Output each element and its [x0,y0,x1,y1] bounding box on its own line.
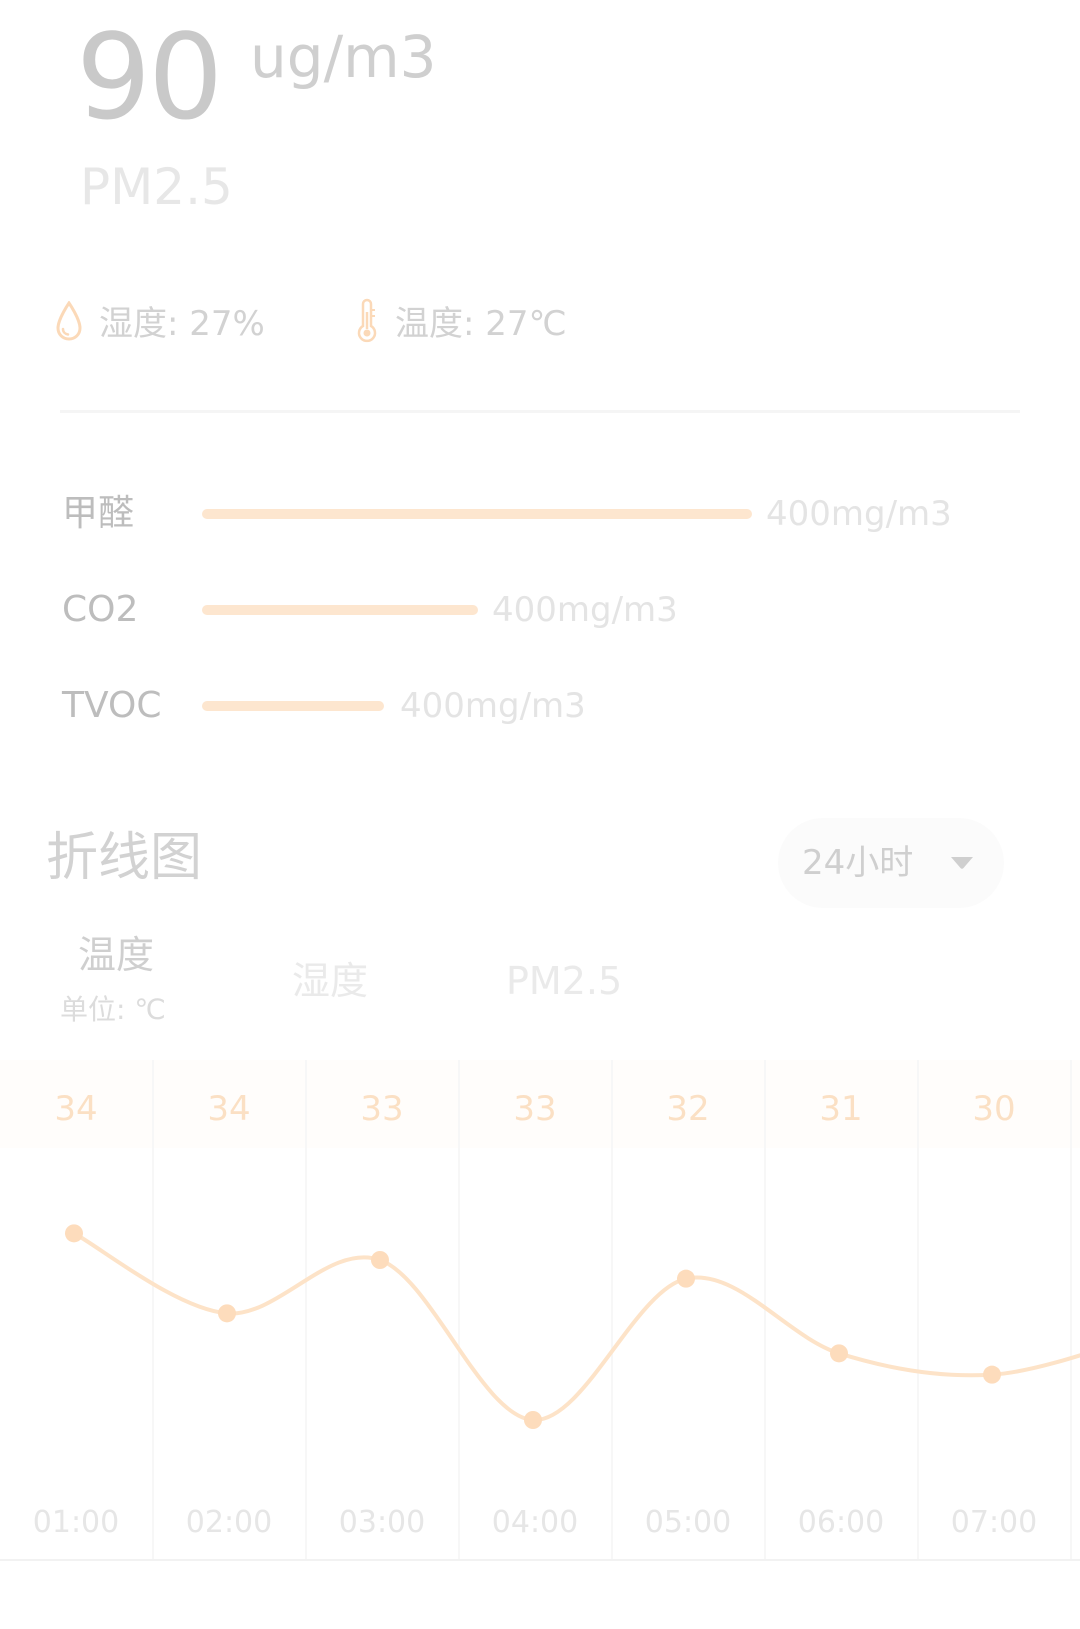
section-divider [60,410,1020,413]
data-point [371,1251,389,1269]
temperature-text: 温度: 27℃ [395,304,567,344]
value-label: 34 [54,1089,97,1129]
thermometer-icon [357,298,377,342]
pm25-unit: ug/m3 [250,23,437,91]
value-label: 30 [972,1089,1015,1129]
x-tick-label: 03:00 [339,1505,425,1540]
pollutant-row-tvoc: TVOC 400mg/m3 [62,676,1062,736]
data-point [524,1411,542,1429]
pm25-value: 90 [76,8,223,146]
pollutant-row-formaldehyde: 甲醛 400mg/m3 [62,484,1062,544]
x-tick-label: 01:00 [33,1505,119,1540]
value-label: 33 [513,1089,556,1129]
x-tick-label: 07:00 [951,1505,1037,1540]
value-label: 33 [360,1089,403,1129]
data-point [983,1365,1001,1384]
temperature-line-chart: 34 34 33 33 32 31 30 01:00 02:00 03:00 04:00 05:00 0… [0,1060,1080,1561]
water-drop-icon [56,300,82,341]
x-tick-label: 06:00 [798,1505,884,1540]
tab-humidity[interactable]: 湿度 [292,962,368,1000]
humidity-text: 湿度: 27% [99,304,265,344]
value-label: 34 [207,1089,250,1129]
x-tick-label: 04:00 [492,1505,578,1540]
pollutant-level-bar [202,701,384,711]
tab-temperature[interactable]: 温度 [78,936,154,974]
time-range-dropdown[interactable]: 24小时 [778,818,1004,908]
pollutant-level-bar [202,605,478,615]
pollutant-value: 400mg/m3 [400,686,586,726]
data-point [218,1304,236,1323]
time-range-label: 24小时 [802,843,914,883]
tab-temperature-unit: 单位: ℃ [60,993,166,1026]
x-tick-label: 05:00 [645,1505,731,1540]
data-point [677,1269,695,1288]
pollutant-name: CO2 [62,589,139,630]
pollutant-level-bar [202,509,752,519]
data-point [830,1344,848,1363]
value-label: 31 [819,1089,862,1129]
value-label: 32 [666,1089,709,1129]
humidity-reading: 湿度: 27% [55,296,265,345]
temperature-reading: 温度: 27℃ [355,296,567,345]
chart-title: 折线图 [46,828,203,888]
pollutant-name: 甲醛 [62,493,135,534]
pollutant-value: 400mg/m3 [766,494,952,534]
pollutant-name: TVOC [62,685,162,726]
pm25-label: PM2.5 [80,158,233,216]
pollutant-row-co2: CO2 400mg/m3 [62,580,1062,640]
tab-pm25[interactable]: PM2.5 [506,962,622,1000]
data-point [65,1224,83,1243]
temperature-series-line [73,1231,1080,1423]
pollutant-value: 400mg/m3 [492,590,678,630]
x-tick-label: 02:00 [186,1505,272,1540]
chevron-down-icon [951,857,973,869]
